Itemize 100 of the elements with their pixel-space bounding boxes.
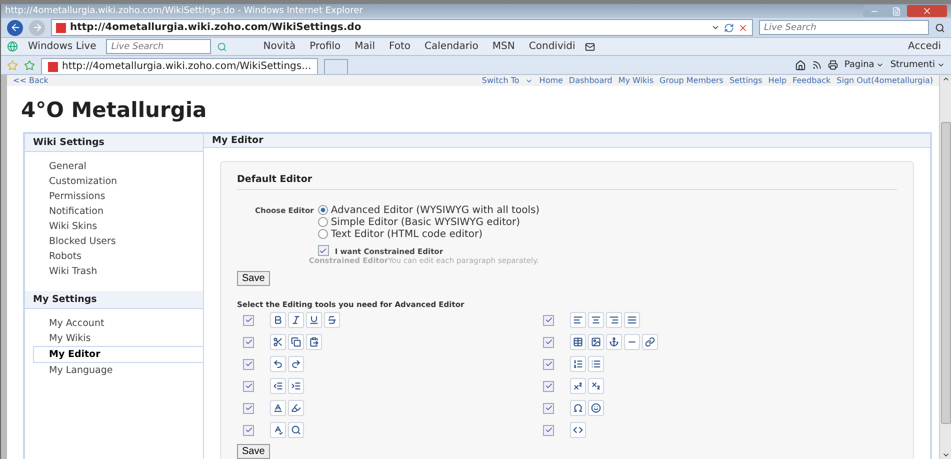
underline-icon[interactable] <box>306 312 322 328</box>
favorites-star-icon[interactable] <box>7 60 18 70</box>
check-icon <box>319 246 328 254</box>
subscript-icon[interactable] <box>588 378 604 394</box>
switch-to-menu[interactable]: Switch To <box>482 76 520 85</box>
nav-link[interactable]: Sign Out(4ometallurgia) <box>836 76 933 85</box>
windows-live-link[interactable]: Windows Live <box>24 41 100 52</box>
sidebar-item[interactable]: Blocked Users <box>25 234 203 249</box>
checkbox[interactable] <box>543 336 554 348</box>
toolbar-link[interactable]: Condividi <box>524 41 580 52</box>
toolbar-link[interactable]: Novità <box>259 41 300 52</box>
sidebar-item[interactable]: Wiki Skins <box>25 219 203 234</box>
find-icon[interactable] <box>288 422 304 438</box>
scrollbar[interactable] <box>939 75 951 459</box>
nav-link[interactable]: Group Members <box>660 76 724 85</box>
nav-link[interactable]: Home <box>539 76 563 85</box>
checkbox[interactable] <box>543 358 554 370</box>
address-field[interactable]: http://4ometallurgia.wiki.zoho.com/WikiSettings.do <box>51 19 753 36</box>
copy-icon[interactable] <box>288 334 304 350</box>
paste-icon[interactable] <box>306 334 322 350</box>
bullet-list-icon[interactable] <box>588 356 604 372</box>
back-link[interactable]: << Back <box>13 76 48 85</box>
live-search-field[interactable]: Live Search <box>106 39 212 54</box>
feed-icon[interactable] <box>812 60 822 70</box>
save-button[interactable]: Save <box>237 271 270 286</box>
align-center-icon[interactable] <box>588 312 604 328</box>
omega-icon[interactable] <box>570 400 586 416</box>
spellcheck-icon[interactable] <box>270 422 286 438</box>
nav-link[interactable]: Feedback <box>792 76 831 85</box>
strike-icon[interactable] <box>324 312 340 328</box>
scroll-up-icon[interactable] <box>942 75 950 83</box>
undo-icon[interactable] <box>270 356 286 372</box>
sidebar-item[interactable]: My Language <box>25 363 203 378</box>
smiley-icon[interactable] <box>588 400 604 416</box>
nav-link[interactable]: Dashboard <box>568 76 612 85</box>
checkbox[interactable] <box>243 336 254 348</box>
anchor-icon[interactable] <box>606 334 622 350</box>
link-icon[interactable] <box>642 334 658 350</box>
cut-icon[interactable] <box>270 334 286 350</box>
align-left-icon[interactable] <box>570 312 586 328</box>
scroll-down-icon[interactable] <box>942 451 950 459</box>
sidebar-item[interactable]: My Account <box>25 316 203 331</box>
sidebar-item[interactable]: My Editor <box>33 346 203 363</box>
checkbox[interactable] <box>318 245 329 256</box>
checkbox[interactable] <box>243 380 254 392</box>
back-button[interactable] <box>7 20 23 36</box>
align-right-icon[interactable] <box>606 312 622 328</box>
toolbar-menu[interactable]: Pagina <box>844 60 884 70</box>
radio-button[interactable] <box>318 229 328 239</box>
checkbox[interactable] <box>243 424 254 436</box>
ordered-list-icon[interactable] <box>570 356 586 372</box>
checkbox[interactable] <box>543 402 554 414</box>
bold-icon[interactable] <box>270 312 286 328</box>
printer-icon[interactable] <box>828 60 838 70</box>
checkbox[interactable] <box>543 380 554 392</box>
sidebar-item[interactable]: My Wikis <box>25 331 203 346</box>
table-icon[interactable] <box>570 334 586 350</box>
home-icon[interactable] <box>795 60 806 70</box>
radio-button[interactable] <box>318 217 328 227</box>
redo-icon[interactable] <box>288 356 304 372</box>
superscript-icon[interactable] <box>570 378 586 394</box>
refresh-icon[interactable] <box>724 22 734 32</box>
checkbox[interactable] <box>543 314 554 326</box>
search-icon[interactable] <box>935 22 945 32</box>
radio-button[interactable] <box>318 205 328 215</box>
caret-icon[interactable] <box>711 23 720 32</box>
nav-link[interactable]: Settings <box>729 76 762 85</box>
toolbar-link[interactable]: Mail <box>350 41 379 52</box>
sidebar-item[interactable]: Customization <box>25 174 203 189</box>
nav-link[interactable]: My Wikis <box>618 76 654 85</box>
checkbox[interactable] <box>243 314 254 326</box>
highlight-icon[interactable] <box>288 400 304 416</box>
stop-icon[interactable] <box>738 22 748 32</box>
font-color-icon[interactable] <box>270 400 286 416</box>
checkbox[interactable] <box>543 424 554 436</box>
toolbar-menu[interactable]: Strumenti <box>890 60 945 70</box>
toolbar-link[interactable]: Calendario <box>420 41 482 52</box>
toolbar-link[interactable]: Profilo <box>306 41 345 52</box>
browser-tab[interactable]: http://4ometallurgia.wiki.zoho.com/WikiSettings... <box>41 58 318 74</box>
nav-link[interactable]: Help <box>768 76 787 85</box>
toolbar-link[interactable]: Foto <box>384 41 415 52</box>
sidebar-item[interactable]: Permissions <box>25 189 203 204</box>
sidebar-item[interactable]: Robots <box>25 249 203 264</box>
save-button[interactable]: Save <box>237 444 270 459</box>
checkbox[interactable] <box>243 358 254 370</box>
indent-icon[interactable] <box>288 378 304 394</box>
sidebar-item[interactable]: Wiki Trash <box>25 264 203 279</box>
mail-icon[interactable] <box>585 42 596 52</box>
search-field[interactable]: Live Search <box>759 20 929 35</box>
sign-in-link[interactable]: Accedi <box>904 41 945 52</box>
code-icon[interactable] <box>570 422 586 438</box>
sidebar-item[interactable]: General <box>25 159 203 174</box>
close-button[interactable] <box>907 5 947 17</box>
toolbar-link[interactable]: MSN <box>488 41 519 52</box>
outdent-icon[interactable] <box>270 378 286 394</box>
italic-icon[interactable] <box>288 312 304 328</box>
image-icon[interactable] <box>588 334 604 350</box>
checkbox[interactable] <box>243 402 254 414</box>
justify-icon[interactable] <box>624 312 640 328</box>
sidebar-item[interactable]: Notification <box>25 204 203 219</box>
